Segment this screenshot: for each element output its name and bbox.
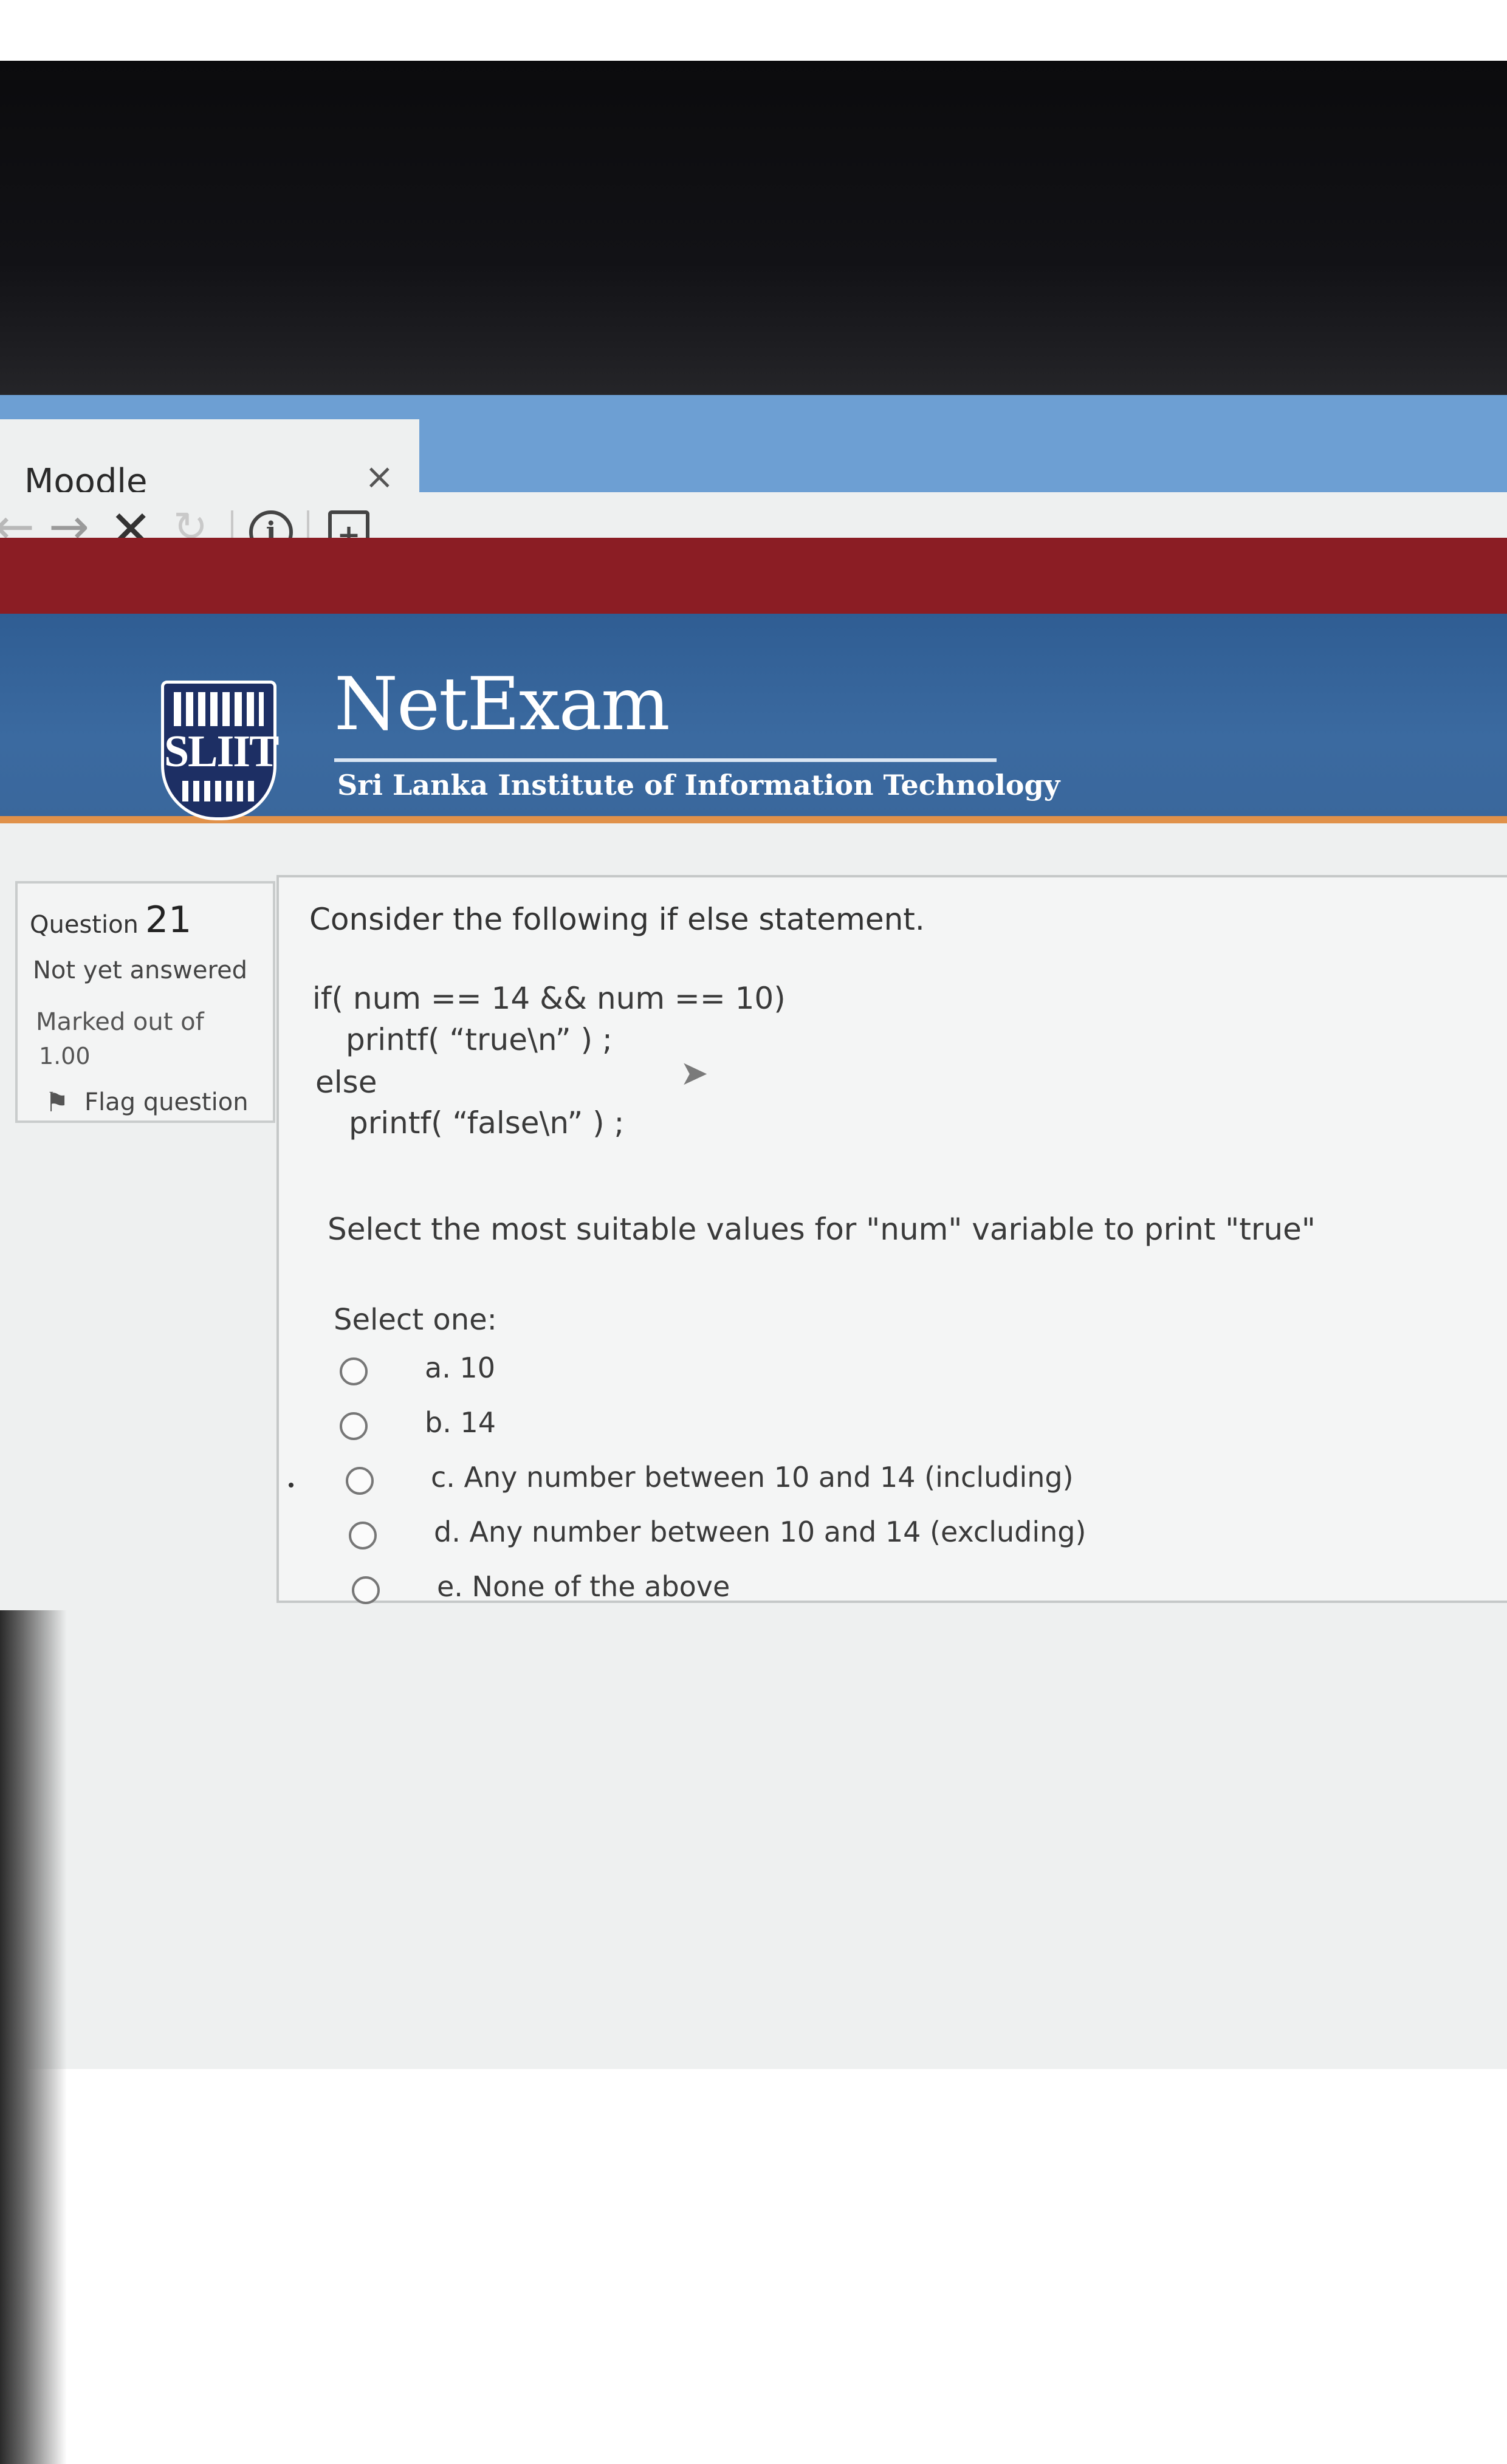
marked-out-of-label: Marked out of	[36, 1008, 204, 1036]
code-line: printf( “false\n” ) ;	[349, 1105, 625, 1141]
answer-option-c[interactable]: c. Any number between 10 and 14 (includi…	[346, 1461, 1136, 1503]
question-number: 21	[145, 899, 192, 941]
screen-bezel-shadow	[0, 1610, 67, 2464]
marked-out-of-value: 1.00	[39, 1043, 91, 1069]
header-red-band	[0, 538, 1507, 617]
answer-option-a[interactable]: a. 10	[340, 1351, 1130, 1394]
answer-option-d[interactable]: d. Any number between 10 and 14 (excludi…	[349, 1515, 1139, 1558]
tab-bar: Moodle ×	[0, 395, 1507, 501]
question-label: Question	[30, 911, 139, 939]
logo-base-pattern	[182, 781, 255, 801]
question-panel: Consider the following if else statement…	[276, 875, 1507, 1604]
option-label[interactable]: c. Any number between 10 and 14 (includi…	[431, 1461, 1074, 1494]
code-line: else	[315, 1065, 377, 1100]
code-line: printf( “true\n” ) ;	[346, 1022, 613, 1057]
radio-button[interactable]	[340, 1357, 368, 1385]
radio-button[interactable]	[349, 1522, 377, 1549]
close-icon[interactable]: ×	[365, 456, 394, 497]
flag-question-link[interactable]: Flag question	[84, 1088, 249, 1116]
tab-moodle[interactable]: Moodle ×	[0, 419, 419, 501]
photo-dark-background	[0, 61, 1507, 425]
option-label[interactable]: e. None of the above	[437, 1570, 730, 1603]
answer-option-b[interactable]: b. 14	[340, 1406, 1130, 1449]
answer-option-e[interactable]: e. None of the above	[352, 1570, 1142, 1613]
question-info-panel: Question 21 Not yet answered Marked out …	[15, 881, 275, 1123]
question-prompt: Select the most suitable values for "num…	[328, 1212, 1316, 1247]
flag-icon[interactable]: ⚑	[45, 1087, 69, 1118]
radio-button[interactable]	[352, 1576, 380, 1604]
stray-dot	[289, 1483, 294, 1488]
option-label[interactable]: b. 14	[425, 1406, 496, 1439]
question-state: Not yet answered	[33, 956, 248, 984]
option-label[interactable]: a. 10	[425, 1351, 495, 1384]
option-label[interactable]: d. Any number between 10 and 14 (excludi…	[434, 1515, 1086, 1548]
logo-building-pattern	[174, 692, 264, 726]
radio-button[interactable]	[346, 1467, 374, 1495]
mouse-cursor-icon: ➤	[680, 1054, 709, 1093]
brand-subtitle: Sri Lanka Institute of Information Techn…	[337, 769, 1060, 801]
brand-title: NetExam	[334, 662, 670, 747]
code-line: if( num == 14 && num == 10)	[312, 981, 786, 1016]
sliit-logo: SLIIT	[161, 681, 279, 820]
browser-window: Moodle × ← → ✕ ↻ i + SLIIT NetExam Sri L…	[0, 395, 1507, 2464]
select-one-label: Select one:	[334, 1303, 497, 1337]
question-intro: Consider the following if else statement…	[309, 902, 925, 937]
brand-underline	[334, 758, 997, 762]
logo-text: SLIIT	[164, 727, 279, 777]
radio-button[interactable]	[340, 1412, 368, 1440]
